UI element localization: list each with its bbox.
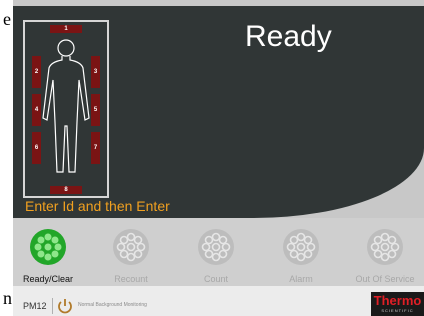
detector-map: 1 2 3 4 5 6 7 8 xyxy=(23,20,109,198)
text-fragment-top: e xyxy=(3,9,11,29)
device-id: PM12 xyxy=(23,301,47,311)
monitoring-status: Normal Background Monitoring xyxy=(78,302,147,308)
detector-3: 3 xyxy=(91,56,100,88)
lamp-inactive-icon xyxy=(198,229,234,265)
lamp-inactive-icon xyxy=(367,229,403,265)
lamp-active-icon xyxy=(30,229,66,265)
brand-logo: Thermo SCIENTIFIC xyxy=(371,292,424,316)
state-recount[interactable]: Recount xyxy=(96,228,166,284)
state-label: Out Of Service xyxy=(355,274,415,284)
state-count[interactable]: Count xyxy=(181,228,251,284)
entry-prompt: Enter Id and then Enter xyxy=(25,198,170,214)
detector-6: 6 xyxy=(32,132,41,164)
detector-2: 2 xyxy=(32,56,41,88)
text-fragment-bottom: n xyxy=(3,288,12,308)
state-label: Ready/Clear xyxy=(22,274,74,284)
brand-name: Thermo xyxy=(373,293,422,308)
detector-1: 1 xyxy=(50,25,82,33)
detector-4: 4 xyxy=(32,94,41,126)
footer-bar: PM12 Normal Background Monitoring Thermo… xyxy=(13,286,424,316)
power-icon[interactable] xyxy=(57,297,73,315)
state-alarm[interactable]: Alarm xyxy=(266,228,336,284)
state-out-of-service[interactable]: Out Of Service xyxy=(350,228,420,284)
lamp-inactive-icon xyxy=(113,229,149,265)
detector-7: 7 xyxy=(91,132,100,164)
divider xyxy=(52,298,53,314)
state-label: Alarm xyxy=(289,274,313,284)
detector-5: 5 xyxy=(91,94,100,126)
portal-monitor-panel: Ready 1 2 3 4 5 6 7 8 Enter Id and then … xyxy=(13,0,424,316)
status-message: Ready xyxy=(245,20,332,53)
state-label: Recount xyxy=(114,274,148,284)
state-indicator-bar: Ready/Clear Recount Count Alarm Out Of S… xyxy=(13,218,424,286)
state-ready-clear[interactable]: Ready/Clear xyxy=(13,228,83,284)
detector-8: 8 xyxy=(50,186,82,194)
main-display: Ready 1 2 3 4 5 6 7 8 Enter Id and then … xyxy=(13,6,424,218)
brand-subtitle: SCIENTIFIC xyxy=(381,308,414,313)
state-label: Count xyxy=(203,274,229,284)
lamp-inactive-icon xyxy=(283,229,319,265)
